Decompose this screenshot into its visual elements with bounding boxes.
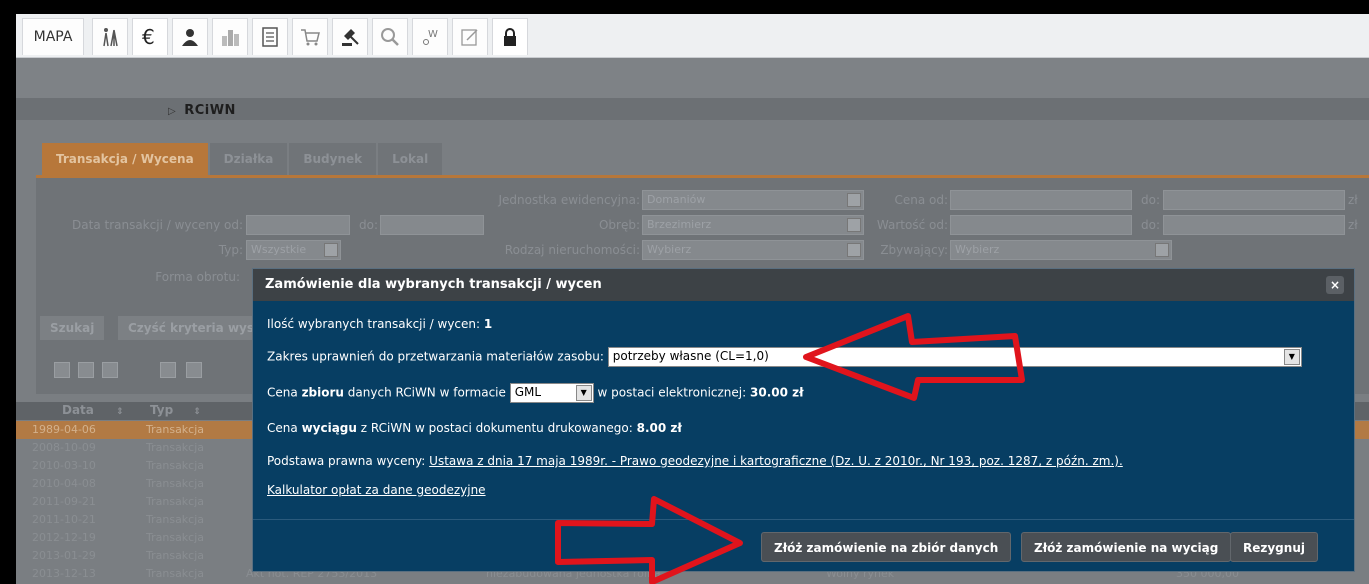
dialog-footer: Złóż zamówienie na zbiór danych Złóż zam… [253,519,1354,571]
typ-select[interactable]: Wszystkie [246,240,341,260]
selected-count-value: 1 [483,317,493,331]
map-button[interactable]: MAPA [22,18,84,55]
buildings-icon[interactable] [212,18,248,55]
person-icon[interactable] [172,18,208,55]
cena-od-input[interactable] [950,190,1132,210]
format-select[interactable]: GML ▼ [509,383,594,403]
kalkulator-line: Kalkulator opłat za dane geodezyjne [267,483,486,497]
unit-label-2: zł [1348,218,1358,232]
chevron-down-icon [847,193,861,207]
euro-icon[interactable]: € [132,18,168,55]
zbywajacy-label: Zbywający: [880,243,948,257]
cena-zbioru-value: 30.00 zł [750,385,804,400]
svg-text:€: € [142,26,155,48]
jednostka-select[interactable]: Domaniów [642,190,864,210]
gavel-icon[interactable] [332,18,368,55]
column-header-data[interactable]: Data ⇕ [62,403,124,417]
zbywajacy-select[interactable]: Wybierz [950,240,1172,260]
tab-lokal[interactable]: Lokal [378,143,443,175]
chevron-down-icon [1155,243,1169,257]
chevron-down-icon [847,243,861,257]
obreb-label: Obręb: [598,218,640,232]
obreb-select[interactable]: Brzezimierz [642,215,864,235]
w-scale-icon[interactable]: W [412,18,448,55]
grid-icon[interactable] [78,362,94,378]
tab-budynek[interactable]: Budynek [289,143,377,175]
search-button[interactable]: Szukaj [40,316,105,340]
sort-icon: ⇕ [116,407,124,417]
data-do-input[interactable] [380,215,484,235]
zakres-line: Zakres uprawnień do przetwarzania materi… [267,347,1302,367]
selected-count-line: Ilość wybranych transakcji / wycen: 1 [267,317,493,331]
podstawa-line: Podstawa prawna wyceny: Ustawa z dnia 17… [267,454,1123,468]
podstawa-link[interactable]: Ustawa z dnia 17 maja 1989r. - Prawo geo… [429,454,1123,468]
tab-transakcja[interactable]: Transakcja / Wycena [42,143,208,175]
tiles-icon[interactable] [102,362,118,378]
cancel-button[interactable]: Rezygnuj [1230,532,1318,562]
data-od-input[interactable] [246,215,350,235]
dialog-title: Zamówienie dla wybranych transakcji / wy… [253,269,1354,301]
clear-criteria-button[interactable]: Czyść kryteria wyszukiwania [118,316,252,340]
breadcrumb: ▷ RCiWN [168,103,236,118]
surveyor-icon[interactable] [92,18,128,55]
cena-wyciagu-line: Cena wyciągu z RCiWN w postaci dokumentu… [267,421,682,435]
cena-od-label: Cena od: [894,193,948,207]
edit-icon[interactable] [452,18,488,55]
document-list-icon[interactable] [252,18,288,55]
wartosc-do-input[interactable] [1163,215,1345,235]
svg-text:W: W [428,29,438,40]
kalkulator-link[interactable]: Kalkulator opłat za dane geodezyjne [267,483,486,497]
cena-do-input[interactable] [1163,190,1345,210]
deselect-icon[interactable] [54,362,70,378]
cena-wyciagu-value: 8.00 zł [636,421,682,435]
close-icon[interactable]: × [1326,276,1344,294]
zoom-icon[interactable] [160,362,176,378]
main-toolbar: MAPA € W [16,14,1369,58]
wartosc-do-label: do: [1140,218,1160,232]
header-strip [16,58,1369,98]
order-dataset-button[interactable]: Złóż zamówienie na zbiór danych [761,532,1012,562]
search-icon[interactable] [372,18,408,55]
rodzaj-select[interactable]: Wybierz [642,240,864,260]
rodzaj-label: Rodzaj nieruchomości: [504,243,640,257]
data-do-label: do: [358,218,378,232]
tab-bar: Transakcja / Wycena Działka Budynek Loka… [42,143,444,175]
unit-label: zł [1348,193,1358,207]
export-icon[interactable] [186,362,202,378]
zakres-select[interactable]: potrzeby własne (CL=1,0) ▼ [607,347,1302,367]
jednostka-label: Jednostka ewidencyjna: [498,193,640,207]
chevron-down-icon: ▼ [1283,349,1300,365]
chevron-down-icon: ▼ [575,385,592,401]
cena-zbioru-line: Cena zbioru danych RCiWN w formacie GML ▼… [267,383,804,403]
wartosc-od-label: Wartość od: [876,218,948,232]
wartosc-od-input[interactable] [950,215,1132,235]
order-dialog: Zamówienie dla wybranych transakcji / wy… [252,268,1355,572]
cena-do-label: do: [1140,193,1160,207]
tab-dzialka[interactable]: Działka [209,143,288,175]
data-od-label: Data transakcji / wyceny od: [72,218,243,232]
order-extract-button[interactable]: Złóż zamówienie na wyciąg [1021,532,1232,562]
typ-label: Typ: [218,243,243,257]
forma-label: Forma obrotu: [155,270,240,284]
column-header-typ[interactable]: Typ ⇕ [150,403,201,417]
sort-icon: ⇕ [193,407,201,417]
cart-icon[interactable] [292,18,328,55]
chevron-down-icon [324,243,338,257]
triangle-right-icon: ▷ [168,106,177,117]
lock-icon[interactable] [492,18,528,55]
